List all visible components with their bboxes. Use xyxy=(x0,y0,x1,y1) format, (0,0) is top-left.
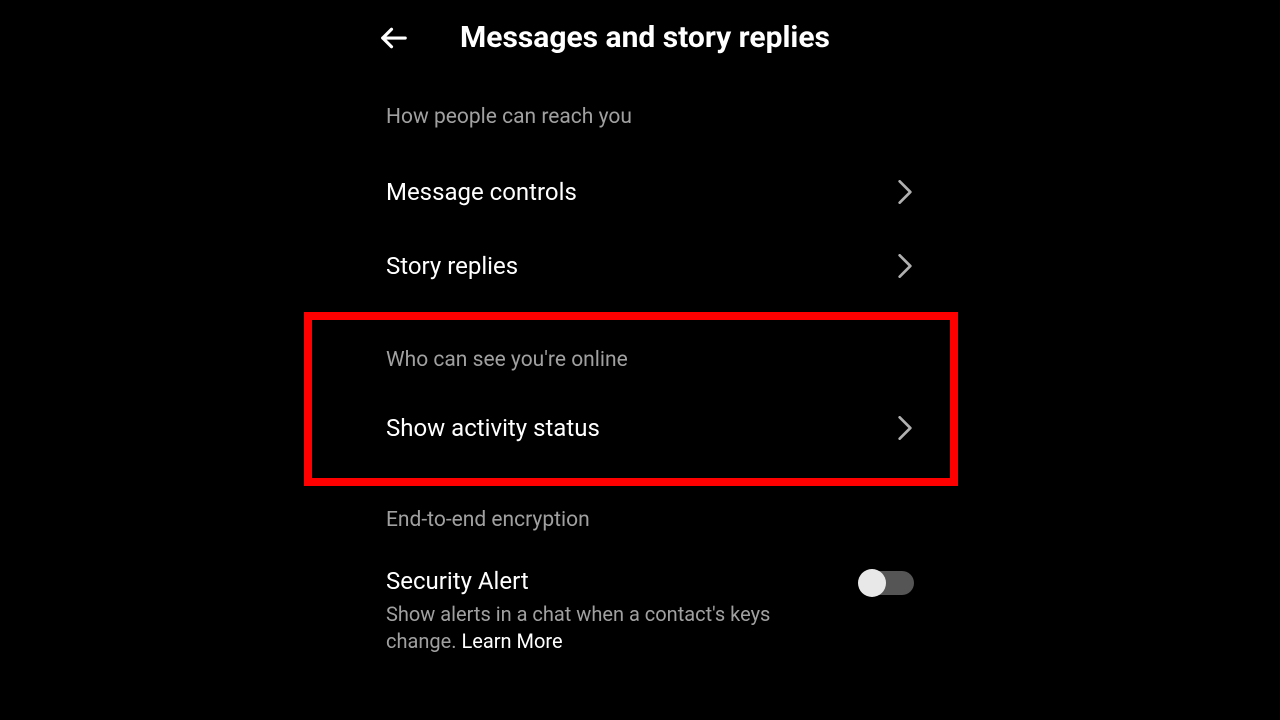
security-alert-title: Security Alert xyxy=(386,567,840,595)
page-header: Messages and story replies xyxy=(370,20,930,55)
settings-container: Messages and story replies How people ca… xyxy=(370,0,930,655)
security-alert-subtitle-text: Show alerts in a chat when a contact's k… xyxy=(386,602,770,653)
section-header-online: Who can see you're online xyxy=(370,348,930,372)
section-header-reach: How people can reach you xyxy=(370,105,930,129)
back-button[interactable] xyxy=(378,22,410,54)
chevron-right-icon xyxy=(896,257,914,275)
list-item-label: Story replies xyxy=(386,252,518,280)
show-activity-status-item[interactable]: Show activity status xyxy=(370,400,930,456)
list-item-label: Message controls xyxy=(386,178,577,206)
section-encryption: End-to-end encryption Security Alert Sho… xyxy=(370,508,930,655)
arrow-left-icon xyxy=(379,23,409,53)
list-item-label: Show activity status xyxy=(386,414,600,442)
chevron-right-icon xyxy=(896,419,914,437)
section-header-encryption: End-to-end encryption xyxy=(370,508,930,532)
highlighted-section-online: Who can see you're online Show activity … xyxy=(304,312,958,486)
story-replies-item[interactable]: Story replies xyxy=(370,238,930,294)
section-reach: How people can reach you Message control… xyxy=(370,105,930,294)
security-alert-toggle[interactable] xyxy=(860,571,914,595)
page-title: Messages and story replies xyxy=(460,20,830,55)
toggle-knob xyxy=(858,569,886,597)
security-alert-subtitle: Show alerts in a chat when a contact's k… xyxy=(386,601,840,655)
chevron-right-icon xyxy=(896,183,914,201)
learn-more-link[interactable]: Learn More xyxy=(461,629,562,653)
toggle-text-block: Security Alert Show alerts in a chat whe… xyxy=(386,567,860,655)
security-alert-item: Security Alert Show alerts in a chat whe… xyxy=(370,567,930,655)
message-controls-item[interactable]: Message controls xyxy=(370,164,930,220)
